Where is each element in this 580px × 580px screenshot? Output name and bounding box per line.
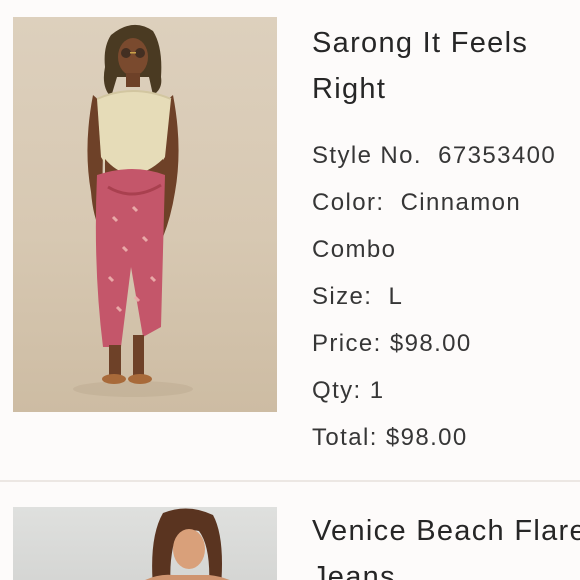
- item-divider: [0, 480, 580, 482]
- size-label: Size:: [312, 283, 373, 310]
- style-number-row: Style No. 67353400: [312, 132, 556, 179]
- order-items-list: Sarong It Feels Right Style No. 67353400…: [0, 0, 580, 580]
- total-row: Total: $98.00: [312, 414, 556, 461]
- color-value-line-2: Combo: [312, 236, 397, 263]
- model-photo-illustration-2: [145, 508, 230, 580]
- color-value-line-1: Cinnamon: [400, 189, 522, 216]
- total-label: Total:: [312, 424, 378, 451]
- price-label: Price:: [312, 330, 382, 357]
- style-number-value: 67353400: [438, 142, 557, 169]
- color-label: Color:: [312, 189, 385, 216]
- product-image-sarong[interactable]: [13, 17, 277, 412]
- price-value: $98.00: [389, 330, 472, 357]
- color-row: Color: Cinnamon: [312, 179, 556, 226]
- size-value: L: [388, 283, 404, 310]
- product-title-line-1: Sarong It Feels: [312, 27, 529, 59]
- style-number-label: Style No.: [312, 142, 422, 169]
- total-value: $98.00: [385, 424, 468, 451]
- quantity-value: 1: [369, 377, 385, 404]
- product-title-2[interactable]: Venice Beach Flare Jeans: [312, 508, 580, 580]
- size-row: Size: L: [312, 273, 556, 320]
- product-details-sarong: Sarong It Feels Right Style No. 67353400…: [312, 20, 556, 461]
- quantity-row: Qty: 1: [312, 367, 556, 414]
- product-title[interactable]: Sarong It Feels Right: [312, 20, 556, 112]
- product-details-venice-jeans: Venice Beach Flare Jeans: [312, 508, 580, 580]
- price-row: Price: $98.00: [312, 320, 556, 367]
- product-title-2-line-2: Jeans: [312, 561, 396, 580]
- color-row-continued: Combo: [312, 226, 556, 273]
- product-title-line-2: Right: [312, 73, 387, 105]
- model-photo-illustration: [73, 24, 193, 397]
- product-image-venice-jeans[interactable]: [13, 507, 277, 580]
- product-title-2-line-1: Venice Beach Flare: [312, 515, 580, 547]
- quantity-label: Qty:: [312, 377, 362, 404]
